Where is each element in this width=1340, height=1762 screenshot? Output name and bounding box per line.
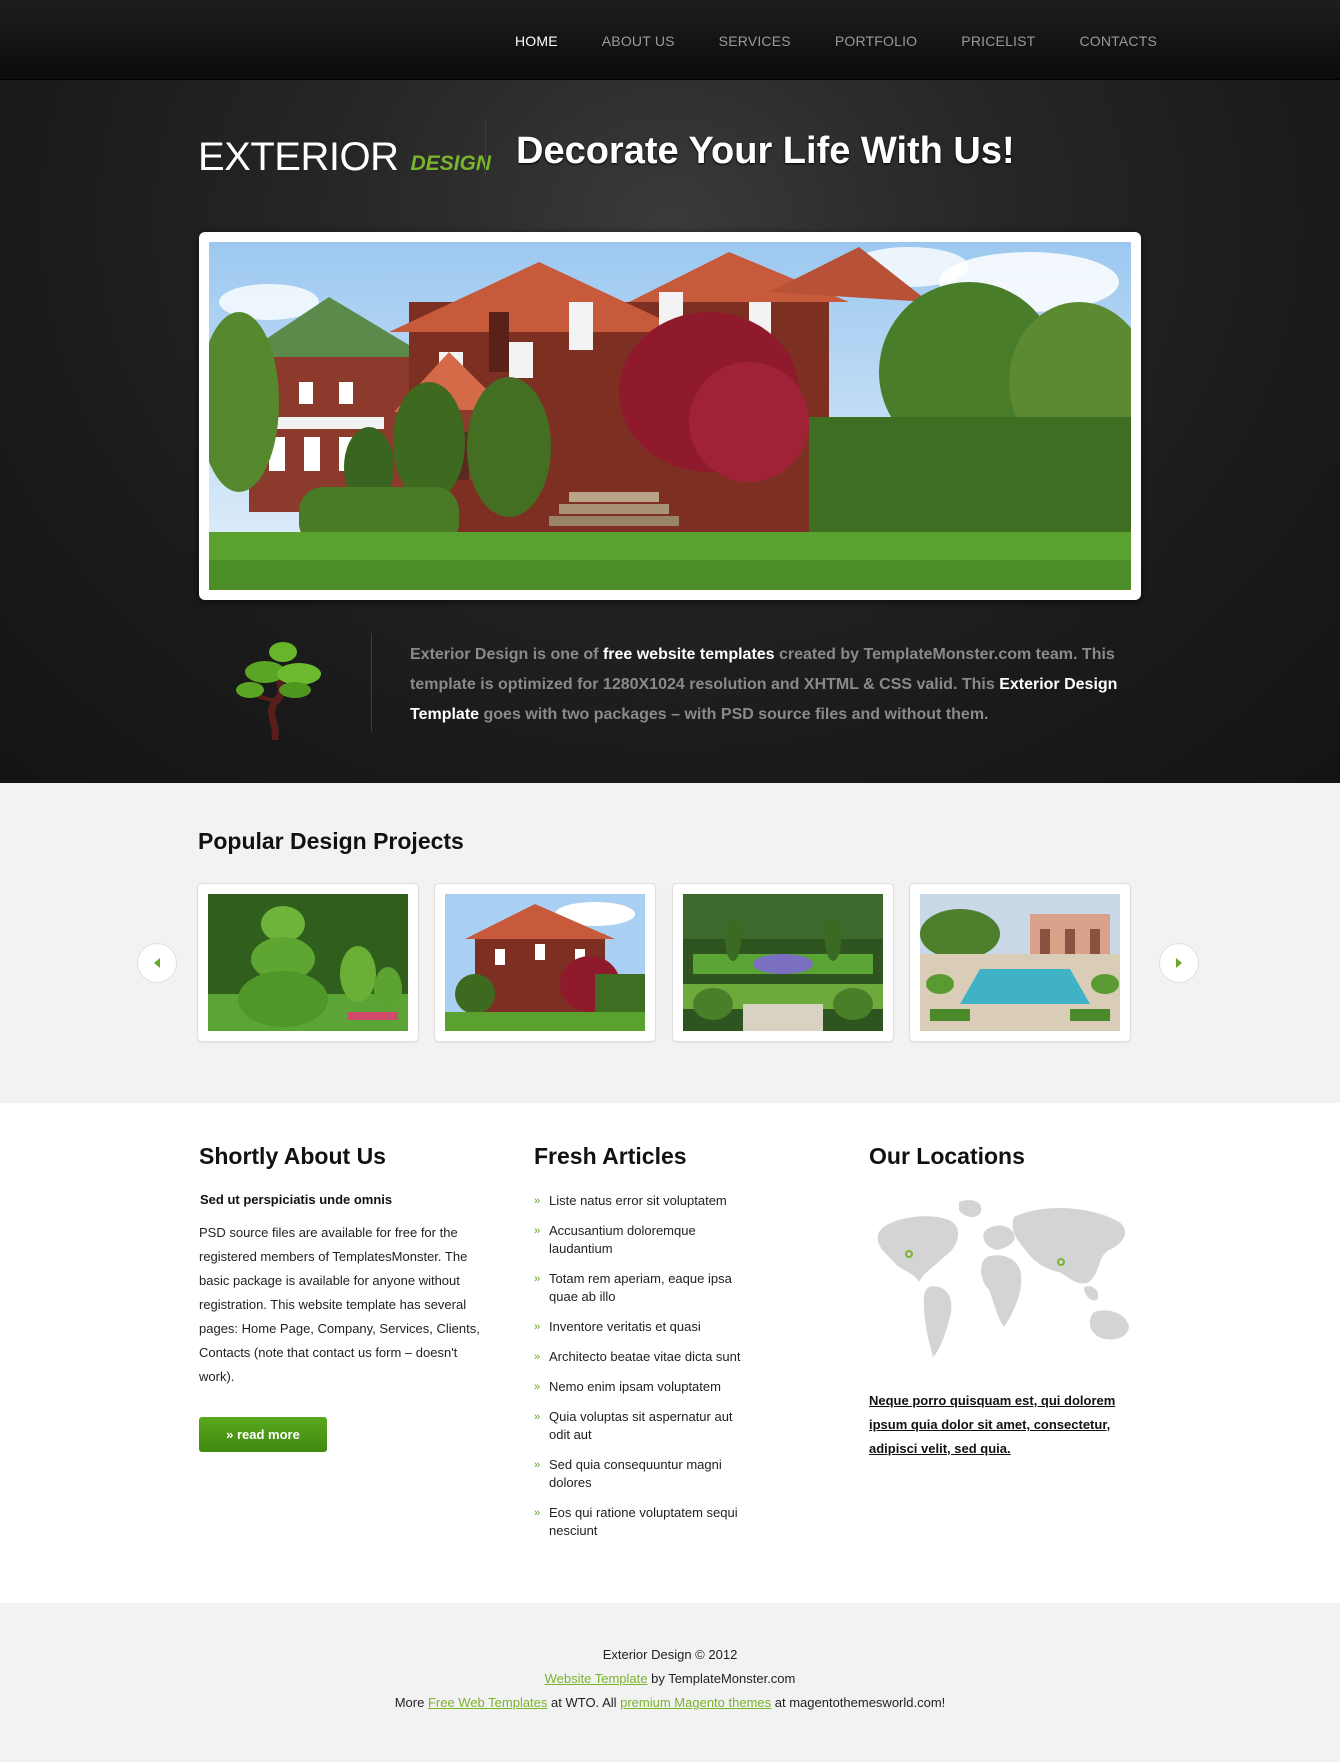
article-label: Inventore veritatis et quasi [549,1319,701,1334]
bullet-icon: » [534,1459,541,1471]
popular-title: Popular Design Projects [198,828,464,854]
locations-link[interactable]: Neque porro quisquam est, qui dolorem ip… [869,1389,1139,1461]
site-logo[interactable]: EXTERIOR DESIGN [198,135,491,180]
footer-text-3b: at WTO. All [547,1695,621,1710]
bullet-icon: » [534,1507,541,1519]
intro-highlight-1: free website templates [602,646,775,663]
world-map-icon [877,1200,1129,1357]
world-map[interactable] [869,1192,1144,1367]
footer-line-3: More Free Web Templates at WTO. All prem… [0,1691,1340,1715]
carousel-next-button[interactable] [1159,943,1199,983]
page-tagline: Decorate Your Life With Us! [516,130,1015,172]
footer-text-3a: More [394,1695,428,1710]
bullet-icon: » [534,1411,541,1423]
article-link[interactable]: » Quia voluptas sit aspernatur aut odit a… [534,1408,749,1444]
header-divider [485,120,486,178]
footer-text: Exterior Design © 2012 Website Template … [0,1643,1340,1715]
villa-pool-image [920,894,1120,1031]
website-template-link[interactable]: Website Template [545,1671,648,1686]
intro-part-3: goes with two packages – with PSD source… [479,706,989,723]
article-link[interactable]: » Nemo enim ipsam voluptatem [534,1378,749,1396]
articles-title: Fresh Articles [534,1143,687,1169]
chevron-left-icon [154,958,160,968]
nav-pricelist[interactable]: PRICELIST [961,33,1035,49]
article-label: Accusantium doloremque laudantium [549,1223,696,1256]
locations-column: Our Locations Neque porro quisquam est, … [869,1143,1144,1461]
nav-about-us[interactable]: ABOUT US [602,33,675,49]
read-more-button[interactable]: » read more [199,1417,327,1452]
bullet-icon: » [534,1321,541,1333]
logo-main-text: EXTERIOR [198,135,399,179]
hero-section: EXTERIOR DESIGN Decorate Your Life With … [0,80,1340,783]
article-label: Architecto beatae vitae dicta sunt [549,1349,741,1364]
footer-copyright: Exterior Design © 2012 [602,1647,738,1662]
articles-column: Fresh Articles » Liste natus error sit vo… [534,1143,749,1552]
nav-home[interactable]: HOME [515,33,558,49]
read-more-arrow-icon: » [226,1427,234,1442]
nav-contacts[interactable]: CONTACTS [1079,33,1157,49]
intro-part-1: Exterior Design is one of [410,646,603,663]
intro-divider [371,633,372,731]
about-title: Shortly About Us [199,1143,386,1169]
article-link[interactable]: » Architecto beatae vitae dicta sunt [534,1348,749,1366]
project-thumbnail[interactable] [909,883,1131,1042]
carousel-prev-button[interactable] [137,943,177,983]
project-thumbnail[interactable] [672,883,894,1042]
about-text: PSD source files are available for free … [199,1225,480,1384]
read-more-label: read more [236,1427,300,1442]
magento-themes-link[interactable]: premium Magento themes [620,1695,771,1710]
bullet-icon: » [534,1273,541,1285]
top-navigation-bar: HOME ABOUT US SERVICES PORTFOLIO PRICELI… [0,0,1340,80]
about-column: Shortly About Us Sed ut perspiciatis und… [199,1143,484,1452]
logo-sub-text: DESIGN [410,152,491,175]
bullet-icon: » [534,1351,541,1363]
footer-line-2: Website Template by TemplateMonster.com [0,1667,1340,1691]
article-link[interactable]: » Sed quia consequuntur magni dolores [534,1456,749,1492]
main-nav: HOME ABOUT US SERVICES PORTFOLIO PRICELI… [515,33,1157,49]
project-thumbnail[interactable] [434,883,656,1042]
articles-list: » Liste natus error sit voluptatem » Accus… [534,1192,749,1540]
bullet-icon: » [534,1225,541,1237]
content-columns: Shortly About Us Sed ut perspiciatis und… [0,1103,1340,1603]
banner-house-image [209,242,1131,590]
banner-frame [199,232,1141,600]
free-web-templates-link[interactable]: Free Web Templates [428,1695,547,1710]
intro-text: Exterior Design is one of free website t… [410,640,1140,730]
article-label: Liste natus error sit voluptatem [549,1193,727,1208]
banner-house-illustration [209,242,1131,590]
project-thumbnail[interactable] [197,883,419,1042]
article-label: Totam rem aperiam, eaque ipsa quae ab il… [549,1271,732,1304]
chevron-right-icon [1176,958,1182,968]
topiary-garden-image [208,894,408,1031]
popular-projects-section: Popular Design Projects [0,783,1340,1103]
article-label: Nemo enim ipsam voluptatem [549,1379,721,1394]
article-link[interactable]: » Accusantium doloremque laudantium [534,1222,749,1258]
footer-text-3c: at magentothemesworld.com! [771,1695,946,1710]
article-link[interactable]: » Inventore veritatis et quasi [534,1318,749,1336]
article-label: Sed quia consequuntur magni dolores [549,1457,722,1490]
article-link[interactable]: » Eos qui ratione voluptatem sequi nesciu… [534,1504,749,1540]
nav-portfolio[interactable]: PORTFOLIO [835,33,917,49]
bullet-icon: » [534,1195,541,1207]
brick-house-image [445,894,645,1031]
article-link[interactable]: » Totam rem aperiam, eaque ipsa quae ab i… [534,1270,749,1306]
article-label: Quia voluptas sit aspernatur aut odit au… [549,1409,733,1442]
formal-garden-image [683,894,883,1031]
bonsai-tree-icon [235,630,325,742]
nav-services[interactable]: SERVICES [719,33,791,49]
about-subtitle: Sed ut perspiciatis unde omnis [200,1192,393,1207]
footer: Exterior Design © 2012 Website Template … [0,1603,1340,1762]
bullet-icon: » [534,1381,541,1393]
article-link[interactable]: » Liste natus error sit voluptatem [534,1192,749,1210]
footer-text-2: by TemplateMonster.com [647,1671,796,1686]
locations-title: Our Locations [869,1143,1025,1169]
article-label: Eos qui ratione voluptatem sequi nesciun… [549,1505,738,1538]
